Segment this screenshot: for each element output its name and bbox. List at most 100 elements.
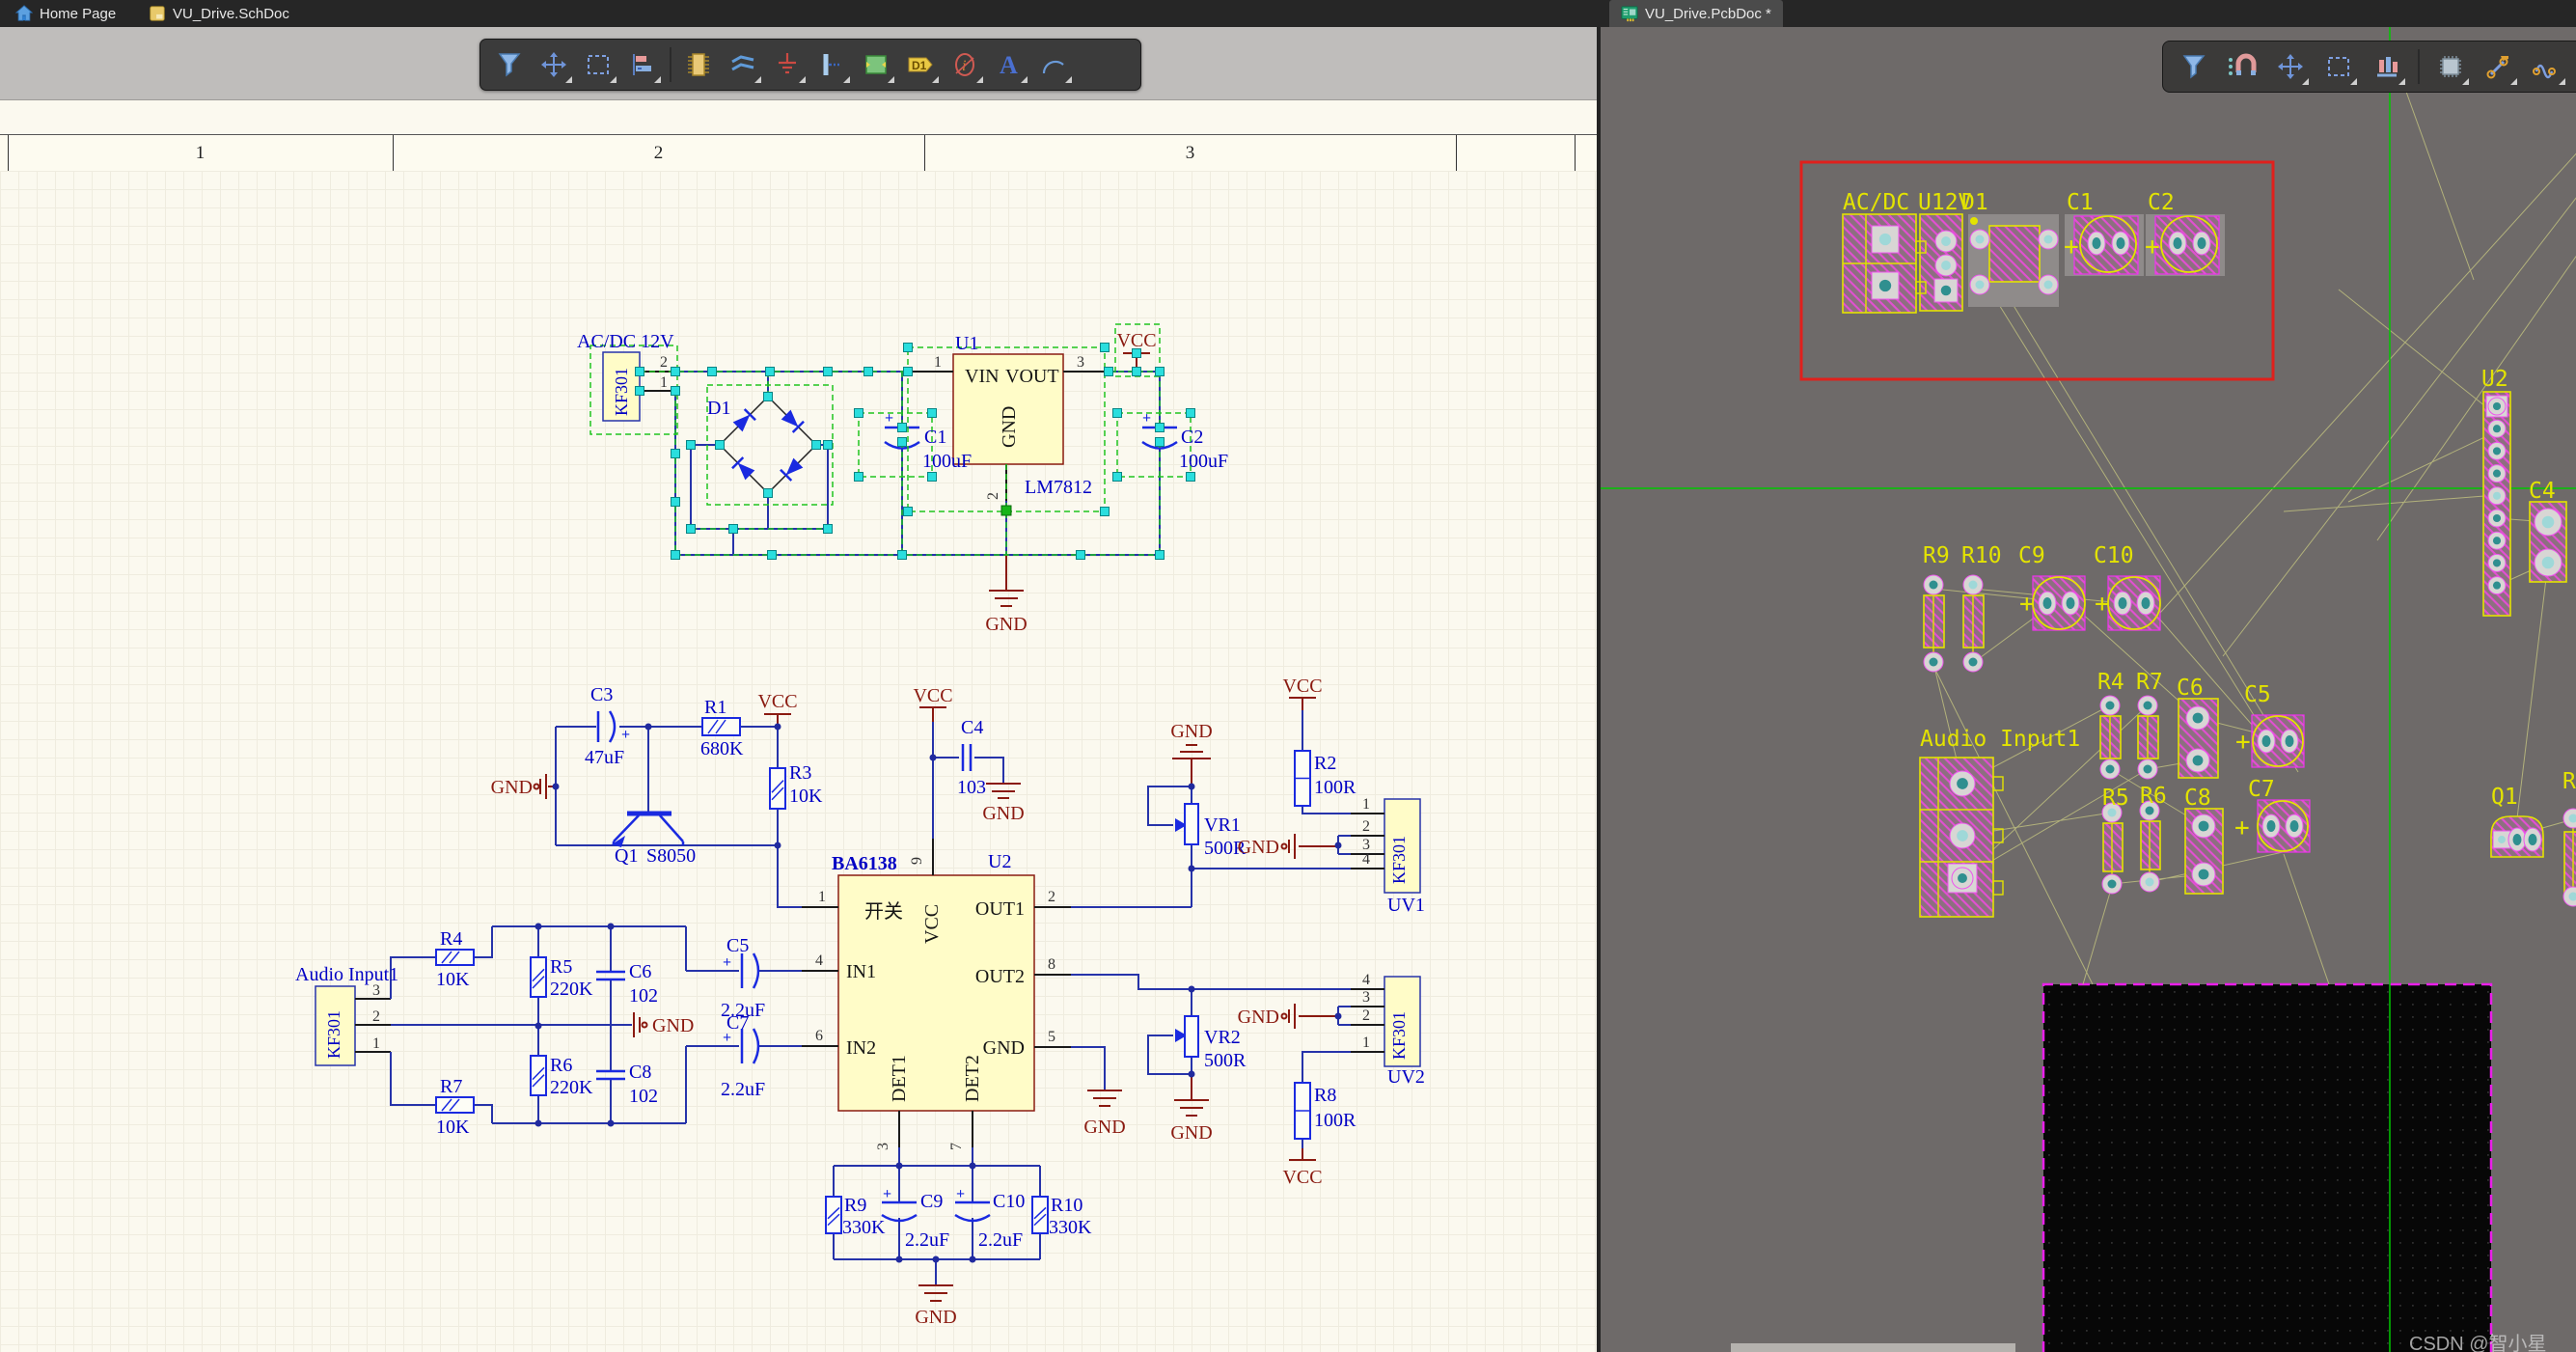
place-arc-icon[interactable] [1032, 43, 1075, 86]
pcb-silkscreen-label: C7 [2248, 777, 2275, 802]
sch-label: 9 [909, 857, 925, 865]
sch-label: AC/DC 12V [577, 331, 674, 352]
sch-label: 10K [436, 1117, 470, 1138]
sch-label: 1 [372, 1035, 380, 1052]
schematic-active-bar: D1 i A [480, 39, 1141, 91]
sch-label: 500R [1204, 1050, 1247, 1071]
pcb-silkscreen-label: + [2145, 233, 2160, 262]
sch-label: 2 [1048, 889, 1055, 905]
sch-label: 2 [985, 492, 1001, 500]
sch-label: IN2 [846, 1037, 876, 1059]
ruler-zone: 3 [924, 135, 1457, 172]
board-region[interactable] [2043, 984, 2491, 1352]
pcb-silkscreen-label: D1 [1961, 190, 1988, 215]
sch-label: + [885, 410, 893, 427]
sch-label: R6 [550, 1055, 572, 1076]
pcb-silkscreen-label: R6 [2140, 784, 2167, 809]
place-gnd-power-port-icon[interactable] [766, 43, 808, 86]
pcb-silkscreen-label: + [2234, 814, 2250, 842]
sch-label: R3 [789, 762, 811, 784]
place-wire-icon[interactable] [722, 43, 764, 86]
schematic-editor-pane: D1 i A 123 [0, 27, 1597, 1352]
sch-label: 47uF [585, 747, 624, 768]
sch-label: 1 [934, 354, 942, 371]
sch-label: + [621, 727, 630, 743]
pcb-canvas[interactable]: AC/DCU12VD1C1C2++U2C4R9R10C9C10++Audio I… [1601, 27, 2576, 1352]
pcb-silkscreen-label: C1 [2067, 190, 2094, 215]
snap-magnet-icon[interactable] [2221, 45, 2263, 88]
toolbar-divider [670, 47, 671, 82]
selection-dashes [590, 324, 1191, 555]
sch-label: + [883, 1186, 891, 1202]
align-icon[interactable] [2366, 45, 2408, 88]
sch-label: GND [491, 777, 533, 798]
toolbar-divider [2418, 49, 2420, 84]
pcb-silkscreen-label: AC/DC [1843, 190, 1909, 215]
route-icon[interactable] [2478, 45, 2520, 88]
place-sheet-symbol-icon[interactable] [855, 43, 897, 86]
pcb-doc-icon [1621, 5, 1638, 22]
sch-label: VCC [1116, 330, 1156, 351]
sch-label: UV1 [1387, 895, 1425, 916]
place-no-erc-icon[interactable]: i [944, 43, 986, 86]
sch-label: 4 [815, 952, 823, 969]
tab-home-page[interactable]: Home Page [4, 0, 127, 27]
select-area-icon[interactable] [577, 43, 619, 86]
align-icon[interactable] [621, 43, 664, 86]
sch-label: GND [1238, 1007, 1279, 1028]
ruler-zone: 1 [8, 135, 394, 172]
altium-window: Home Page VU_Drive.SchDoc VU_Drive.PcbDo… [0, 0, 2576, 1352]
watermark: CSDN @智小星 [2409, 1328, 2547, 1352]
sch-label: 330K [1049, 1217, 1092, 1238]
sch-label: 1 [660, 374, 668, 391]
pcb-footprint[interactable] [2564, 832, 2576, 894]
sch-label: IN1 [846, 961, 876, 982]
sch-label: GND [999, 406, 1020, 448]
schematic-canvas[interactable]: AC/DC 12VKF30121D1+C1100uFU1VINVOUTGND13… [0, 171, 1597, 1352]
pcb-footprint[interactable] [2103, 823, 2123, 871]
transistor-q1[interactable] [612, 814, 683, 847]
sch-label: R2 [1314, 753, 1336, 774]
tab-pcbdoc[interactable]: VU_Drive.PcbDoc * [1609, 0, 1783, 27]
place-text-icon[interactable]: A [988, 43, 1030, 86]
sch-label: VIN [965, 366, 1000, 387]
place-part-icon[interactable] [677, 43, 720, 86]
sch-label: GND [652, 1015, 694, 1036]
place-component-icon[interactable] [2429, 45, 2472, 88]
interactive-tune-icon[interactable] [2526, 45, 2568, 88]
sch-label: GND [982, 803, 1024, 824]
pcb-silkscreen-label: + [2064, 233, 2079, 262]
sch-label: VCC [921, 904, 943, 944]
tab-schdoc[interactable]: VU_Drive.SchDoc [137, 0, 301, 27]
pcb-silkscreen-label: C5 [2244, 682, 2271, 707]
place-bus-entry-icon[interactable] [810, 43, 853, 86]
sch-label: + [723, 1030, 731, 1046]
sch-label: C2 [1181, 427, 1203, 448]
filter-icon[interactable] [488, 43, 531, 86]
sch-label: OUT1 [975, 898, 1025, 920]
sch-label: 10K [789, 786, 823, 807]
pcb-silkscreen-label: C8 [2184, 786, 2211, 811]
bridge-rectifier-d1[interactable] [720, 397, 816, 493]
schematic-drawing[interactable]: AC/DC 12VKF30121D1+C1100uFU1VINVOUTGND13… [0, 171, 1597, 1352]
pcb-footprint[interactable] [1989, 226, 2040, 282]
pcb-footprint[interactable] [2141, 821, 2160, 869]
move-icon[interactable] [533, 43, 575, 86]
filter-icon[interactable] [2173, 45, 2215, 88]
sch-label: VCC [1282, 676, 1322, 697]
sch-label: VR1 [1204, 814, 1241, 836]
sch-label: 8 [1048, 956, 1055, 973]
sch-label: 1 [1362, 1035, 1370, 1051]
sch-label: 100R [1314, 1110, 1357, 1131]
select-area-icon[interactable] [2317, 45, 2360, 88]
pcb-silkscreen-label: + [2095, 590, 2110, 619]
sch-label: VR2 [1204, 1027, 1241, 1048]
sch-label: C8 [629, 1062, 651, 1083]
tab-pcbdoc-label: VU_Drive.PcbDoc * [1645, 6, 1771, 22]
sch-label: C4 [961, 717, 983, 738]
ruler-zone: 2 [393, 135, 925, 172]
sch-label: VCC [757, 691, 797, 712]
place-designator-icon[interactable]: D1 [899, 43, 942, 86]
sch-label: VCC [913, 685, 952, 706]
move-icon[interactable] [2269, 45, 2312, 88]
